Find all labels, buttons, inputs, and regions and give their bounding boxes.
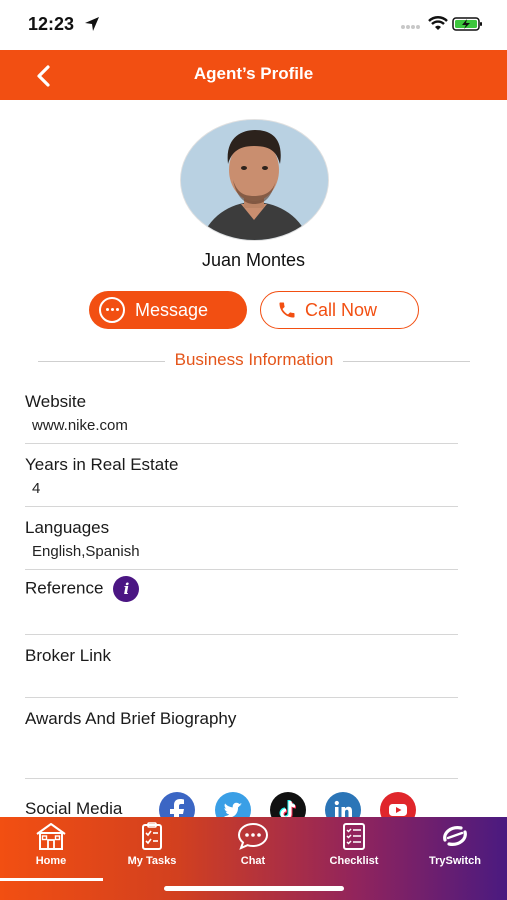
tab-tryswitch[interactable]: TrySwitch [410, 821, 500, 873]
message-button[interactable]: Message [89, 291, 247, 329]
field-years-in-real-estate: Years in Real Estate 4 [25, 450, 458, 507]
field-label: Reference [25, 578, 104, 598]
tab-label: TrySwitch [429, 855, 481, 867]
wifi-icon [428, 16, 448, 30]
tryswitch-icon [443, 826, 467, 846]
chat-bubble-icon [99, 297, 125, 323]
social-media-label: Social Media [25, 799, 123, 818]
field-value: English,Spanish [32, 543, 140, 560]
field-value: 4 [32, 480, 41, 497]
field-value[interactable]: www.nike.com [32, 417, 128, 434]
field-label: Awards And Brief Biography [25, 709, 237, 728]
app-header: Agent’s Profile [0, 50, 507, 100]
tab-label: Home [35, 855, 67, 867]
home-icon [36, 823, 66, 850]
avatar [180, 119, 329, 241]
field-awards-biography: Awards And Brief Biography [25, 704, 458, 779]
chat-icon [237, 822, 269, 850]
avatar-photo [181, 120, 328, 240]
field-label: Years in Real Estate [25, 455, 179, 474]
tab-checklist[interactable]: Checklist [309, 821, 399, 873]
section-title: Business Information [164, 350, 344, 369]
field-website: Website www.nike.com [25, 387, 458, 444]
home-indicator[interactable] [164, 886, 344, 891]
tab-my-tasks[interactable]: My Tasks [107, 821, 197, 873]
field-label: Languages [25, 518, 110, 537]
field-label: Website [25, 392, 87, 411]
clipboard-icon [142, 822, 162, 850]
tab-label: Checklist [329, 855, 379, 867]
checklist-icon [343, 823, 365, 850]
tab-label: My Tasks [127, 855, 177, 867]
field-broker-link: Broker Link [25, 641, 458, 698]
location-arrow-icon [85, 17, 99, 31]
call-now-button-label: Call Now [305, 299, 378, 320]
page-title: Agent’s Profile [193, 64, 314, 83]
tab-label: Chat [240, 855, 266, 867]
info-icon[interactable]: i [113, 576, 140, 602]
message-button-label: Message [135, 299, 209, 320]
agent-name: Juan Montes [201, 250, 306, 270]
status-bar: 12:23 [0, 0, 507, 50]
active-tab-indicator [0, 878, 103, 881]
tab-home[interactable]: Home [6, 821, 96, 873]
call-now-button[interactable]: Call Now [260, 291, 419, 329]
field-label: Broker Link [25, 646, 111, 665]
phone-icon [279, 302, 295, 318]
status-time: 12:23 [28, 14, 75, 34]
business-information-heading: Business Information [38, 350, 470, 372]
battery-icon [452, 17, 482, 31]
field-languages: Languages English,Spanish [25, 513, 458, 570]
field-reference: Reference i [25, 576, 458, 635]
tab-chat[interactable]: Chat [208, 821, 298, 873]
cellular-signal-icon [401, 25, 420, 29]
